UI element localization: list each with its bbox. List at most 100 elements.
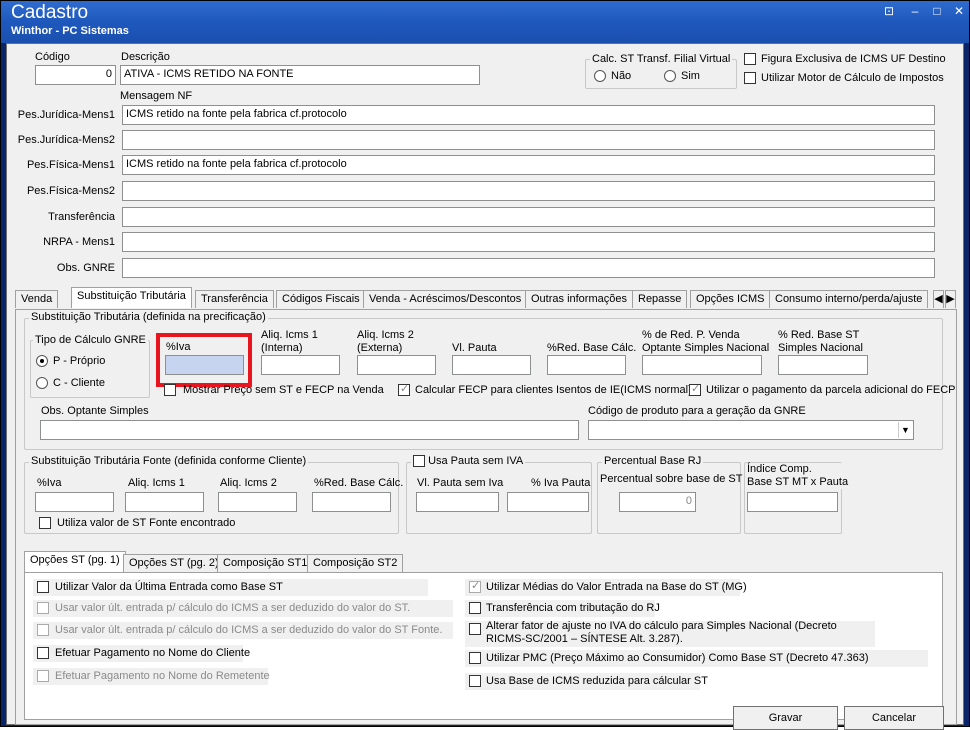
iva-pauta-label: % Iva Pauta: [531, 477, 591, 489]
pj-mens2-field[interactable]: [122, 130, 935, 150]
window-subtitle: Winthor - PC Sistemas: [11, 25, 129, 37]
vl-pauta-label: Vl. Pauta: [452, 342, 497, 354]
transferencia-field[interactable]: [122, 207, 935, 227]
alterar-fator-l1: Alterar fator de ajuste no IVA do cálcul…: [486, 620, 837, 632]
subtab-composicao-st2[interactable]: Composição ST2: [307, 554, 404, 572]
figura-exclusiva-label: Figura Exclusiva de ICMS UF Destino: [761, 53, 946, 65]
base-reduzida-checkbox[interactable]: [469, 675, 481, 687]
tipo-c-radio[interactable]: [36, 377, 48, 389]
figura-exclusiva-checkbox[interactable]: [744, 53, 756, 65]
restore-icon[interactable]: ⊡: [881, 4, 897, 18]
tab-scroll-left-icon[interactable]: ◀: [933, 290, 944, 308]
medias-label: Utilizar Médias do Valor Entrada na Base…: [486, 581, 747, 593]
alterar-fator-l2: RICMS-SC/2001 – SÍNTESE Alt. 3.287).: [486, 633, 683, 645]
st-fonte-red-field[interactable]: [312, 492, 391, 512]
calc-st-sim-radio[interactable]: [664, 70, 676, 82]
aliq-externa-field[interactable]: [357, 355, 436, 375]
indice-comp-group: Índice Comp. Base ST MT x Pauta: [744, 462, 849, 534]
tab-codigos-fiscais[interactable]: Códigos Fiscais: [276, 290, 366, 308]
obs-gnre-field[interactable]: [122, 258, 935, 278]
pmc-checkbox[interactable]: [469, 652, 481, 664]
tab-venda-acrescimos[interactable]: Venda - Acréscimos/Descontos: [363, 290, 528, 308]
calc-st-nao-radio[interactable]: [594, 70, 606, 82]
st-fonte-group: Substituição Tributária Fonte (definida …: [24, 455, 403, 534]
st-group-title: Substituição Tributária (definida na pre…: [29, 311, 268, 323]
usa-pauta-checkbox[interactable]: [413, 455, 425, 468]
alterar-fator-checkbox[interactable]: [469, 623, 481, 635]
pf-mens2-label: Pes.Física-Mens2: [26, 185, 115, 197]
tab-substituicao-tributaria[interactable]: Substituição Tributária: [71, 287, 192, 308]
mostrar-preco-label: Mostrar Preço sem ST e FECP na Venda: [183, 384, 384, 396]
pj-mens1-field[interactable]: ICMS retido na fonte pela fabrica cf.pro…: [122, 105, 935, 125]
pagamento-cliente-checkbox[interactable]: [37, 647, 49, 659]
st-fonte-aliq1-field[interactable]: [125, 492, 204, 512]
mensagem-nf-label: Mensagem NF: [120, 90, 193, 102]
tab-opcoes-icms[interactable]: Opções ICMS: [690, 290, 771, 308]
subtab-opcoes-st-pg2[interactable]: Opções ST (pg. 2): [123, 554, 225, 572]
vl-pauta-sem-iva-field[interactable]: [416, 492, 499, 512]
chevron-down-icon[interactable]: ▼: [898, 422, 912, 438]
transferencia-rj-checkbox[interactable]: [469, 602, 481, 614]
nrpa-mens1-label: NRPA - Mens1: [43, 236, 115, 248]
usar-valor-st-fonte-checkbox[interactable]: [37, 624, 49, 636]
indice-l1: Índice Comp.: [747, 463, 812, 475]
tipo-p-radio[interactable]: [36, 355, 48, 367]
calcular-fecp-checkbox[interactable]: [398, 382, 410, 396]
st-fonte-iva-field[interactable]: [35, 492, 114, 512]
ultima-entrada-checkbox[interactable]: [37, 581, 49, 593]
aliq-interna-field[interactable]: [261, 355, 340, 375]
aliq-externa-l1: Aliq. Icms 2: [357, 329, 414, 341]
tab-consumo-interno[interactable]: Consumo interno/perda/ajuste: [769, 290, 929, 308]
maximize-icon[interactable]: □: [929, 4, 945, 18]
indice-comp-field[interactable]: [747, 492, 838, 512]
calc-st-sim-label: Sim: [681, 70, 700, 82]
red-base-field[interactable]: [547, 355, 626, 375]
red-base-st-field[interactable]: [778, 355, 868, 375]
pmc-label: Utilizar PMC (Preço Máximo ao Consumidor…: [486, 652, 869, 664]
tab-transferencia[interactable]: Transferência: [195, 290, 274, 308]
pj-mens1-label: Pes.Jurídica-Mens1: [17, 109, 115, 121]
pj-mens2-label: Pes.Jurídica-Mens2: [17, 134, 115, 146]
obs-optante-label: Obs. Optante Simples: [41, 405, 149, 417]
subtab-composicao-st1[interactable]: Composição ST1: [217, 554, 314, 572]
tab-repasse[interactable]: Repasse: [632, 290, 688, 308]
pf-mens1-field[interactable]: ICMS retido na fonte pela fabrica cf.pro…: [122, 155, 935, 175]
iva-field[interactable]: [165, 355, 244, 375]
aliq-externa-l2: (Externa): [357, 342, 403, 354]
codigo-gnre-select[interactable]: [588, 420, 914, 440]
usar-valor-st-checkbox[interactable]: [37, 602, 49, 614]
obs-gnre-label: Obs. GNRE: [56, 262, 115, 274]
gravar-button[interactable]: Gravar: [733, 706, 838, 730]
nrpa-mens1-field[interactable]: [122, 232, 935, 252]
codigo-field[interactable]: 0: [35, 65, 116, 85]
pf-mens2-field[interactable]: [122, 181, 935, 201]
usa-pauta-group: Usa Pauta sem IVA Vl. Pauta sem Iva % Iv…: [406, 455, 592, 534]
red-p-venda-label: % de Red. P. Venda Optante Simples Nacion…: [642, 329, 769, 355]
close-icon[interactable]: ✕: [951, 4, 967, 18]
pagamento-remetente-checkbox[interactable]: [37, 670, 49, 682]
red-p-venda-l2: Optante Simples Nacional: [642, 342, 770, 354]
utilizar-motor-checkbox[interactable]: [744, 72, 756, 84]
tab-outras-informacoes[interactable]: Outras informações: [525, 290, 633, 308]
st-fonte-aliq2-field[interactable]: [218, 492, 297, 512]
window: Cadastro Winthor - PC Sistemas ⊡ – □ ✕ C…: [0, 0, 970, 730]
calc-st-title: Calc. ST Transf. Filial Virtual: [590, 53, 733, 65]
mostrar-preco-checkbox[interactable]: [164, 384, 176, 396]
subtab-strip: Opções ST (pg. 1) Opções ST (pg. 2) Comp…: [24, 551, 943, 574]
utilizar-pagamento-label: Utilizar o pagamento da parcela adiciona…: [706, 384, 956, 396]
medias-checkbox[interactable]: [469, 579, 481, 593]
vl-pauta-field[interactable]: [452, 355, 531, 375]
descricao-field[interactable]: ATIVA - ICMS RETIDO NA FONTE: [120, 65, 480, 85]
utilizar-pagamento-checkbox[interactable]: [689, 382, 701, 396]
subtab-opcoes-st-pg1[interactable]: Opções ST (pg. 1): [24, 551, 126, 572]
obs-optante-field[interactable]: [40, 420, 579, 440]
usar-valor-st-label: Usar valor últ. entrada p/ cálculo do IC…: [55, 602, 411, 614]
minimize-icon[interactable]: –: [907, 4, 923, 18]
tab-scroll-right-icon[interactable]: ▶: [945, 290, 956, 308]
cancelar-button[interactable]: Cancelar: [844, 706, 944, 730]
percentual-sobre-field[interactable]: 0: [619, 492, 696, 512]
tab-venda[interactable]: Venda: [15, 290, 59, 308]
iva-pauta-field[interactable]: [507, 492, 589, 512]
utiliza-valor-checkbox[interactable]: [39, 517, 51, 529]
red-p-venda-field[interactable]: [642, 355, 762, 375]
